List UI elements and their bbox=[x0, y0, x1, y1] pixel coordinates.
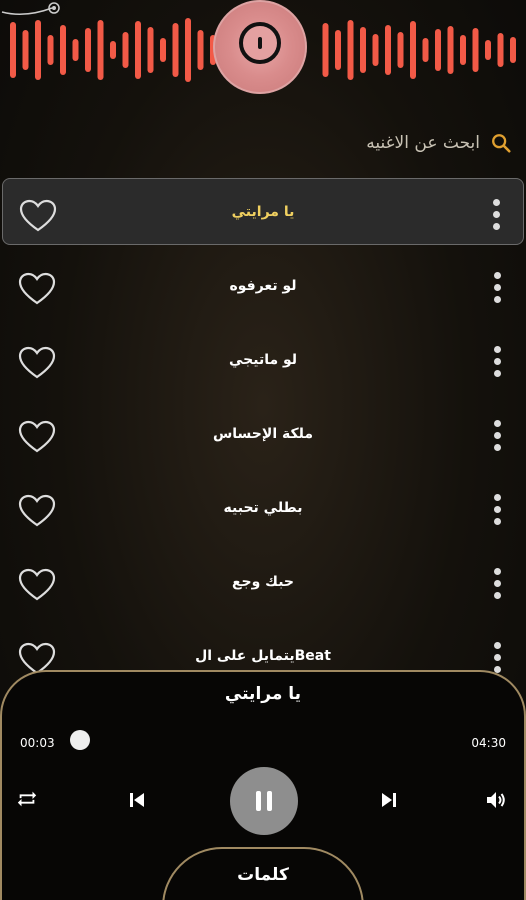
visualizer-bar bbox=[60, 25, 66, 75]
previous-icon[interactable] bbox=[128, 791, 146, 809]
more-options-icon[interactable] bbox=[491, 199, 501, 235]
visualizer-bar bbox=[47, 35, 54, 65]
visualizer-bar bbox=[472, 28, 479, 72]
tonearm-icon bbox=[1, 2, 60, 15]
visualizer-bar bbox=[147, 27, 154, 73]
visualizer-bar bbox=[10, 22, 16, 78]
song-title: بطلي تحبيه bbox=[223, 499, 303, 516]
total-time: 04:30 bbox=[471, 736, 506, 750]
now-playing-title: يا مرايتي bbox=[224, 684, 302, 704]
visualizer-bar bbox=[185, 18, 191, 82]
song-title: ملكة الإحساس bbox=[212, 425, 314, 442]
visualizer-bar bbox=[135, 21, 141, 79]
visualizer-bar bbox=[335, 30, 341, 70]
visualizer-bar bbox=[347, 20, 354, 80]
visualizer-bar bbox=[35, 20, 41, 80]
visualizer-bar bbox=[385, 25, 391, 75]
visualizer-bar bbox=[510, 37, 516, 63]
song-item[interactable]: حبك وجع bbox=[2, 548, 524, 615]
lyrics-label: كلمات bbox=[237, 865, 289, 885]
visualizer-bar bbox=[447, 26, 454, 74]
heart-icon[interactable] bbox=[18, 568, 56, 602]
visualizer-bar bbox=[122, 32, 129, 68]
visualizer-bar bbox=[397, 32, 404, 68]
pause-button[interactable] bbox=[230, 767, 298, 835]
search-icon[interactable] bbox=[490, 132, 512, 154]
visualizer-bar bbox=[22, 30, 29, 70]
song-item[interactable]: لو تعرفوه bbox=[2, 252, 524, 319]
song-item[interactable]: يا مرايتي bbox=[2, 178, 524, 245]
song-title: لو ماتيجي bbox=[228, 351, 298, 368]
visualizer-bar bbox=[85, 28, 91, 72]
heart-icon[interactable] bbox=[18, 494, 56, 528]
heart-icon[interactable] bbox=[18, 346, 56, 380]
album-disc bbox=[213, 0, 307, 94]
more-options-icon[interactable] bbox=[492, 494, 502, 530]
search-bar[interactable]: ابحث عن الاغنيه bbox=[366, 128, 512, 158]
song-title: يا مرايتي bbox=[231, 203, 295, 220]
song-title: لو تعرفوه bbox=[229, 277, 297, 294]
next-icon[interactable] bbox=[380, 791, 398, 809]
visualizer-bar bbox=[360, 27, 366, 73]
more-options-icon[interactable] bbox=[492, 272, 502, 308]
visualizer-bar bbox=[460, 35, 466, 65]
visualizer-bar bbox=[422, 38, 429, 62]
visualizer-bar bbox=[497, 33, 504, 67]
more-options-icon[interactable] bbox=[492, 568, 502, 604]
song-item[interactable]: بطلي تحبيه bbox=[2, 474, 524, 541]
visualizer-bar bbox=[72, 39, 79, 61]
visualizer-bar bbox=[110, 41, 116, 59]
song-item[interactable]: لو ماتيجي bbox=[2, 326, 524, 393]
search-placeholder[interactable]: ابحث عن الاغنيه bbox=[366, 133, 480, 153]
heart-icon[interactable] bbox=[18, 420, 56, 454]
lyrics-tab[interactable]: كلمات bbox=[162, 847, 364, 900]
visualizer-bar bbox=[372, 34, 379, 66]
more-options-icon[interactable] bbox=[492, 420, 502, 456]
visualizer-bar bbox=[97, 20, 104, 80]
volume-icon[interactable] bbox=[484, 788, 508, 812]
heart-icon[interactable] bbox=[19, 199, 57, 233]
audio-visualizer bbox=[0, 0, 526, 110]
progress-slider-handle[interactable] bbox=[69, 730, 90, 750]
repeat-icon[interactable] bbox=[16, 788, 38, 810]
disc-spindle bbox=[258, 37, 262, 49]
song-list: يا مرايتي لو تعرفوه لو ماتيجي ملكة الإحس… bbox=[0, 178, 526, 696]
visualizer-bar bbox=[485, 40, 491, 60]
now-playing-panel: يا مرايتي 00:03 04:30 كلمات bbox=[0, 670, 526, 900]
song-item[interactable]: ملكة الإحساس bbox=[2, 400, 524, 467]
visualizer-bar bbox=[172, 23, 179, 77]
current-time: 00:03 bbox=[20, 736, 55, 750]
visualizer-bar bbox=[197, 30, 204, 70]
song-title: حبك وجع bbox=[231, 573, 295, 590]
visualizer-bar bbox=[435, 29, 441, 71]
song-title: يتمايل على الBeat bbox=[195, 647, 331, 664]
pause-icon bbox=[256, 791, 272, 811]
visualizer-bar bbox=[410, 21, 416, 79]
more-options-icon[interactable] bbox=[492, 346, 502, 382]
visualizer-bar bbox=[322, 23, 329, 77]
disc-center bbox=[239, 22, 281, 64]
visualizer-bar bbox=[160, 38, 166, 62]
heart-icon[interactable] bbox=[18, 272, 56, 306]
